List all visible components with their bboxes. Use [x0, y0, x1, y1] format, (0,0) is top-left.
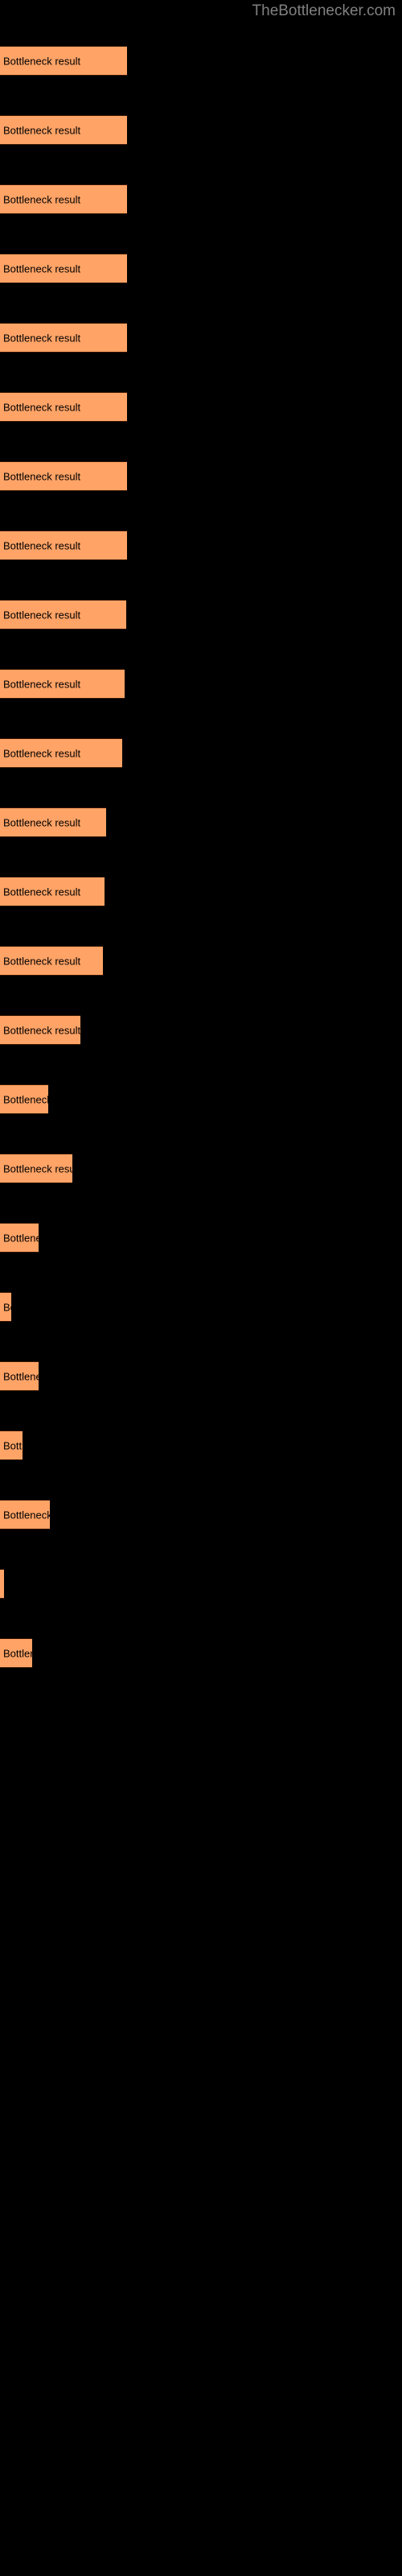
bar-row: Bottleneck result	[0, 323, 402, 353]
bar-label: Bottleneck result	[3, 609, 81, 621]
bar-row: Bottleneck result	[0, 46, 402, 76]
bottleneck-result-bar[interactable]: Bottleneck result	[0, 807, 106, 837]
bar-label: Bottleneck result	[3, 886, 81, 898]
bottleneck-result-bar[interactable]: Bottleneck result	[0, 461, 127, 491]
bar-label: Bottleneck result	[3, 539, 81, 551]
bar-row: Bottleneck result	[0, 115, 402, 145]
bar-row: Bottleneck result	[0, 461, 402, 491]
bar-row: Bottleneck result	[0, 254, 402, 283]
bar-label: Bottleneck result	[3, 1024, 80, 1036]
bar-row: Bottleneck result	[0, 877, 402, 906]
bar-label: Bottleneck result	[3, 678, 81, 690]
bottleneck-result-bar[interactable]: Bottleneck result	[0, 946, 103, 976]
bottleneck-result-bar[interactable]: Bottleneck result	[0, 1015, 80, 1045]
bar-label: Bottleneck result	[3, 1578, 4, 1590]
bar-row: Bottleneck result	[0, 1638, 402, 1668]
bar-row: Bottleneck result	[0, 946, 402, 976]
bottleneck-result-bar[interactable]: Bottleneck result	[0, 392, 127, 422]
bottleneck-result-bar[interactable]: Bottleneck result	[0, 877, 105, 906]
bar-label: Bottleneck result	[3, 55, 81, 67]
bar-row: Bottleneck result	[0, 1361, 402, 1391]
bottleneck-result-bar[interactable]: Bottleneck result	[0, 1292, 11, 1322]
bottleneck-bar-chart: Bottleneck result Bottleneck result Bottle…	[0, 0, 402, 2576]
bottleneck-result-bar[interactable]: Bottleneck result	[0, 600, 126, 630]
bottleneck-result-bar[interactable]: Bottleneck result	[0, 1084, 48, 1114]
bar-row: Bottleneck result	[0, 1223, 402, 1253]
bottleneck-result-bar[interactable]: Bottleneck result	[0, 669, 125, 699]
bottleneck-result-bar[interactable]: Bottleneck result	[0, 184, 127, 214]
bar-label: Bottleneck result	[3, 1647, 32, 1659]
bottleneck-result-bar[interactable]: Bottleneck result	[0, 1638, 32, 1668]
bar-label: Bottleneck result	[3, 1439, 23, 1451]
bar-label: Bottleneck result	[3, 401, 81, 413]
bottleneck-result-bar[interactable]: Bottleneck result	[0, 1154, 72, 1183]
bar-row: Bottleneck result	[0, 600, 402, 630]
bar-row: Bottleneck result	[0, 1015, 402, 1045]
bar-row: Bottleneck result	[0, 807, 402, 837]
bottleneck-result-bar[interactable]: Bottleneck result	[0, 1223, 39, 1253]
bottleneck-result-bar[interactable]: Bottleneck result	[0, 323, 127, 353]
bar-row: Bottleneck result	[0, 738, 402, 768]
bottleneck-result-bar[interactable]: Bottleneck result	[0, 46, 127, 76]
bar-label: Bottleneck result	[3, 1093, 48, 1105]
bar-label: Bottleneck result	[3, 816, 81, 828]
bar-label: Bottleneck result	[3, 1232, 39, 1244]
bottleneck-result-bar[interactable]: Bottleneck result	[0, 115, 127, 145]
bottleneck-result-bar[interactable]: Bottleneck result	[0, 1500, 50, 1530]
bottleneck-result-bar[interactable]: Bottleneck result	[0, 530, 127, 560]
bar-label: Bottleneck result	[3, 332, 81, 344]
bar-label: Bottleneck result	[3, 124, 81, 136]
bar-label: Bottleneck result	[3, 470, 81, 482]
bar-row: Bottleneck result	[0, 1569, 402, 1599]
bar-label: Bottleneck result	[3, 747, 81, 759]
bar-row: Bottleneck result	[0, 1500, 402, 1530]
bar-label: Bottleneck result	[3, 193, 81, 205]
bottleneck-result-bar[interactable]: Bottleneck result	[0, 1361, 39, 1391]
bar-row: Bottleneck result	[0, 184, 402, 214]
bar-row: Bottleneck result	[0, 392, 402, 422]
bottleneck-result-bar[interactable]: Bottleneck result	[0, 1569, 4, 1599]
bar-label: Bottleneck result	[3, 262, 81, 275]
bar-row: Bottleneck result	[0, 1084, 402, 1114]
bar-row: Bottleneck result	[0, 1154, 402, 1183]
bar-row: Bottleneck result	[0, 1292, 402, 1322]
bottleneck-result-bar[interactable]: Bottleneck result	[0, 254, 127, 283]
bar-row: Bottleneck result	[0, 530, 402, 560]
bar-label: Bottleneck result	[3, 1509, 50, 1521]
bottleneck-result-bar[interactable]: Bottleneck result	[0, 1430, 23, 1460]
bar-label: Bottleneck result	[3, 1162, 72, 1174]
bar-label: Bottleneck result	[3, 955, 81, 967]
bar-row: Bottleneck result	[0, 669, 402, 699]
bar-row: Bottleneck result	[0, 1430, 402, 1460]
bar-label: Bottleneck result	[3, 1370, 39, 1382]
bottleneck-result-bar[interactable]: Bottleneck result	[0, 738, 122, 768]
bar-label: Bottleneck result	[3, 1301, 11, 1313]
